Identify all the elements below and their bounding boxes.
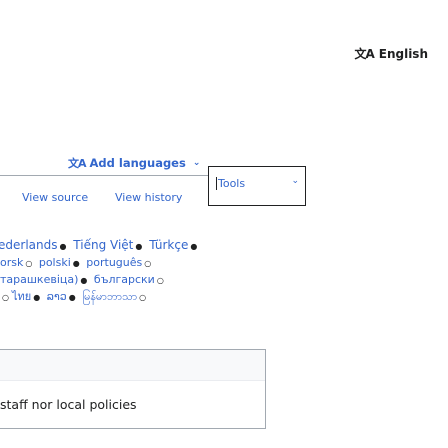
badge-circle-icon: ○ [139,293,147,302]
language-link[interactable]: Türkçe [149,238,188,252]
badge-circle-icon: ○ [156,276,164,285]
language-link[interactable]: ederlands [0,238,57,252]
language-row: ederlands ● Tiếng Việt ● Türkçe ● [0,237,260,255]
language-link[interactable]: тарашкевіца) [0,273,78,286]
tab-view-source[interactable]: View source [22,191,88,204]
badge-dot-icon: ● [190,242,198,251]
language-switcher[interactable]: 文A English [354,45,428,62]
badge-dot-icon: ● [135,242,143,251]
badge-dot-icon: ● [80,276,88,285]
chevron-down-icon: ⌄ [291,176,299,186]
translate-icon: 文A [354,47,374,61]
notice-text: staff nor local policies [0,397,137,412]
badge-dot-icon: ● [59,242,67,251]
add-languages-button[interactable]: 文A Add languages ⌄ [68,155,200,171]
language-row: orsk ○ polski ● português ○ [0,255,260,272]
chevron-down-icon: ⌄ [192,158,201,168]
notice-panel-header [0,350,265,381]
language-list: ederlands ● Tiếng Việt ● Türkçe ● orsk ○ pol… [0,237,260,306]
language-switcher-label: English [378,46,428,61]
badge-circle-icon: ○ [25,259,33,268]
language-link[interactable]: မြန်မာဘာသာ [82,290,137,303]
language-row: тарашкевіца) ● български ○ [0,272,260,289]
language-link[interactable]: ไทย [12,290,31,303]
badge-dot-icon: ● [68,293,76,302]
translate-icon: 文A [68,157,86,170]
language-link[interactable]: Tiếng Việt [73,238,133,252]
badge-dot-icon: ● [72,259,80,268]
tab-view-history[interactable]: View history [115,191,182,204]
badge-circle-icon: ○ [144,259,152,268]
tools-label: Tools [216,177,246,190]
language-link[interactable]: orsk [0,256,23,269]
tools-menu-button[interactable]: Tools ⌄ [208,166,306,206]
language-link[interactable]: ລາວ [47,290,67,303]
language-link[interactable]: български [94,273,155,286]
notice-panel: staff nor local policies [0,349,266,429]
add-languages-label: Add languages [89,156,186,170]
language-link[interactable]: português [86,256,142,269]
badge-dot-icon: ● [33,293,41,302]
language-row: ○ ไทย ● ລາວ ● မြန်မာဘာသာ ○ [0,289,260,306]
language-link[interactable]: polski [39,256,71,269]
badge-circle-icon: ○ [2,293,9,302]
